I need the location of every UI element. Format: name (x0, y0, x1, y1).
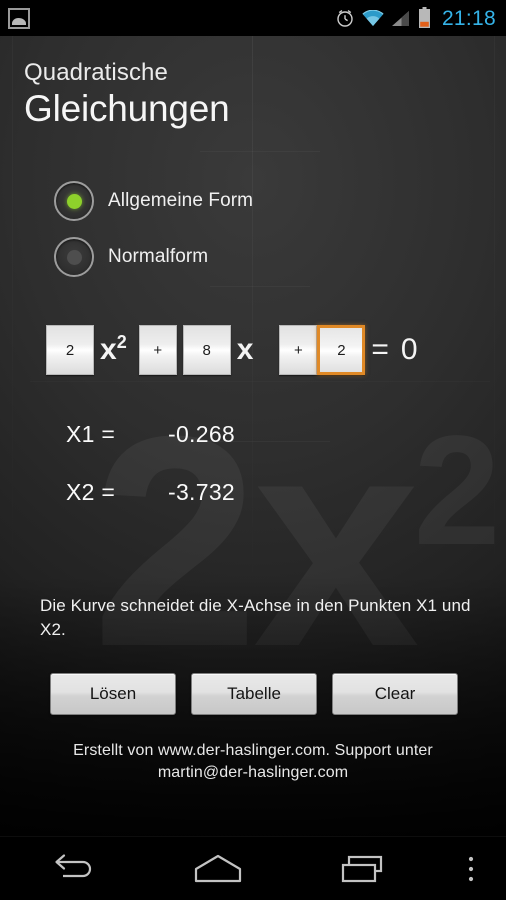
coefficient-a-input[interactable]: 2 (46, 325, 94, 375)
nav-recents-button[interactable] (291, 837, 436, 900)
alarm-clock-icon (337, 10, 353, 27)
equals-sign-label: = (371, 333, 389, 366)
footer-line1: Erstellt von www.der-haslinger.com. Supp… (73, 742, 433, 759)
radio-button-unselected-icon[interactable] (54, 237, 94, 277)
footer-credits: Erstellt von www.der-haslinger.com. Supp… (0, 740, 506, 784)
status-bar-notifications (0, 7, 335, 29)
table-button[interactable]: Tabelle (191, 673, 317, 715)
results-block: X1 = -0.268 X2 = -3.732 (0, 421, 506, 537)
equation-row: 2 x2 + 8 x + 2 = 0 (46, 319, 424, 381)
result-value-x1: -0.268 (168, 421, 236, 447)
clear-button[interactable]: Clear (332, 673, 458, 715)
wifi-icon (362, 9, 384, 26)
radio-label-normalform: Normalform (108, 246, 209, 267)
result-label-x1: X1 = (66, 421, 116, 447)
form-mode-radio-group: Allgemeine Form Normalform (54, 176, 253, 288)
result-label-x2: X2 = (66, 479, 116, 505)
back-arrow-icon (55, 854, 91, 878)
android-navigation-bar (0, 836, 506, 900)
result-row-x1: X1 = -0.268 (0, 421, 506, 479)
footer-line2: martin@der-haslinger.com (157, 764, 349, 781)
radio-label-allgemeine-form: Allgemeine Form (108, 190, 254, 211)
result-value-x2: -3.732 (168, 479, 236, 505)
home-icon (194, 854, 242, 883)
term-b-label: x (236, 333, 254, 366)
result-row-x2: X2 = -3.732 (0, 479, 506, 537)
device-screen: 21:18 2x2 Quadratische Gleichungen Allge… (0, 0, 506, 900)
coefficient-b-input[interactable]: 8 (182, 325, 231, 375)
result-description: Die Kurve schneidet die X-Achse in den P… (40, 596, 471, 639)
photo-icon (8, 7, 30, 29)
operator-2-input[interactable]: + (279, 325, 318, 375)
coefficient-c-input[interactable]: 2 (317, 325, 366, 375)
app-content: Quadratische Gleichungen Allgemeine Form… (0, 36, 506, 836)
nav-back-button[interactable] (0, 837, 145, 900)
action-button-row: Lösen Tabelle Clear (50, 673, 458, 715)
battery-icon (418, 7, 430, 28)
page-title: Quadratische Gleichungen (24, 59, 230, 131)
radio-option-normalform[interactable]: Normalform (54, 232, 253, 282)
nav-overflow-menu-button[interactable] (436, 837, 506, 900)
nav-home-button[interactable] (145, 837, 290, 900)
term-a-label: x2 (100, 332, 127, 366)
operator-1-input[interactable]: + (138, 325, 177, 375)
radio-button-selected-icon[interactable] (54, 181, 94, 221)
cell-signal-icon (391, 10, 409, 26)
solve-button[interactable]: Lösen (50, 673, 176, 715)
radio-option-allgemeine-form[interactable]: Allgemeine Form (54, 176, 253, 226)
app-background: 2x2 Quadratische Gleichungen Allgemeine … (0, 36, 506, 836)
recents-icon (342, 855, 383, 883)
page-title-line2: Gleichungen (24, 88, 230, 129)
right-side-label: 0 (400, 333, 418, 366)
page-title-line1: Quadratische (24, 59, 168, 86)
status-bar: 21:18 (0, 0, 506, 36)
status-bar-clock: 21:18 (441, 6, 496, 30)
overflow-menu-icon (468, 856, 474, 882)
status-bar-system-icons: 21:18 (335, 7, 506, 29)
